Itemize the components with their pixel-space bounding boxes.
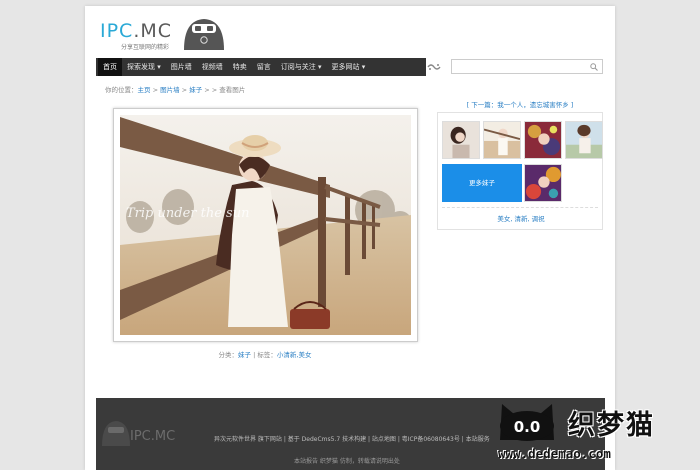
rss-icon[interactable] — [427, 63, 441, 71]
nav-item-explore[interactable]: 探索发现 ▾ — [122, 58, 166, 76]
breadcrumb-current: > > 查看图片 — [202, 86, 246, 94]
next-post-link[interactable]: [ 下一篇：我一个人，遗忘城害怀乡 ] — [437, 99, 603, 109]
related-thumbnail[interactable] — [524, 164, 562, 202]
tags-link[interactable]: 小清新,美女 — [277, 351, 312, 359]
breadcrumb-category[interactable]: 妹子 — [189, 86, 202, 94]
main-photo[interactable]: Trip under the sun — [120, 115, 411, 335]
logo-tagline: 分享互联网的精彩 — [121, 44, 170, 51]
nav-item-home[interactable]: 首页 — [98, 58, 122, 76]
photo-overlay-text: Trip under the sun — [126, 206, 249, 221]
watermark-url: www.dedemao.com — [498, 446, 611, 461]
photo-frame: Trip under the sun — [113, 108, 418, 342]
breadcrumb-separator: > — [150, 86, 161, 94]
more-girls-button[interactable]: 更多妹子 — [442, 164, 522, 202]
related-gallery: 更多妹子 美女, 清新, 调祝 — [437, 112, 603, 230]
cat-face-text: 0.0 — [514, 418, 541, 436]
nav-item-more-sites[interactable]: 更多网站 ▾ — [327, 58, 371, 76]
tags-label: 标签： — [257, 351, 277, 359]
nav-item-picture-wall[interactable]: 图片墙 — [166, 58, 197, 76]
category-link[interactable]: 妹子 — [238, 351, 251, 359]
breadcrumb-separator: > — [179, 86, 190, 94]
related-thumbnail[interactable] — [524, 121, 562, 159]
breadcrumb-prefix: 你的位置： — [105, 86, 138, 94]
footer-logo-text: IPC.MC — [130, 429, 175, 444]
dedemao-watermark: 0.0 织梦猫 www.dedemao.com — [496, 400, 696, 466]
footer-copyright: 本站报告 织梦猫 仿制，转载请说明出处 — [294, 458, 400, 465]
divider — [442, 207, 598, 208]
footer-links[interactable]: 异次元软件世界 旗下网站 | 基于 DedeCms5.7 技术构建 | 站点地图… — [214, 434, 490, 443]
main-nav: 首页 探索发现 ▾ 图片墙 视频墙 特卖 留言 订阅与关注 ▾ 更多网站 ▾ — [96, 58, 426, 76]
breadcrumb: 你的位置：主页 > 图片墙 > 妹子 > > 查看图片 — [105, 84, 245, 94]
search-icon[interactable] — [590, 63, 598, 71]
photo-meta: 分类：妹子 | 标签：小清新,美女 — [85, 349, 445, 359]
watermark-title: 织梦猫 — [568, 410, 655, 441]
related-thumbnail[interactable] — [483, 121, 521, 159]
related-thumbnail[interactable] — [442, 121, 480, 159]
nav-item-guestbook[interactable]: 留言 — [252, 58, 276, 76]
nav-item-subscribe[interactable]: 订阅与关注 ▾ — [276, 58, 327, 76]
related-thumbnail[interactable] — [565, 121, 603, 159]
footer-logo[interactable]: IPC.MC — [100, 416, 186, 450]
related-tags[interactable]: 美女, 清新, 调祝 — [438, 213, 604, 223]
logo-text: IPC.MC — [100, 20, 173, 42]
nav-item-sale[interactable]: 特卖 — [228, 58, 252, 76]
breadcrumb-home[interactable]: 主页 — [138, 86, 151, 94]
search-input[interactable] — [452, 60, 582, 73]
category-label: 分类： — [218, 351, 239, 359]
search-box — [451, 59, 603, 74]
breadcrumb-section[interactable]: 图片墙 — [160, 86, 180, 94]
robot-mascot-icon — [184, 19, 224, 50]
cat-face-icon: 0.0 — [500, 404, 554, 441]
nav-item-video-wall[interactable]: 视频墙 — [197, 58, 228, 76]
